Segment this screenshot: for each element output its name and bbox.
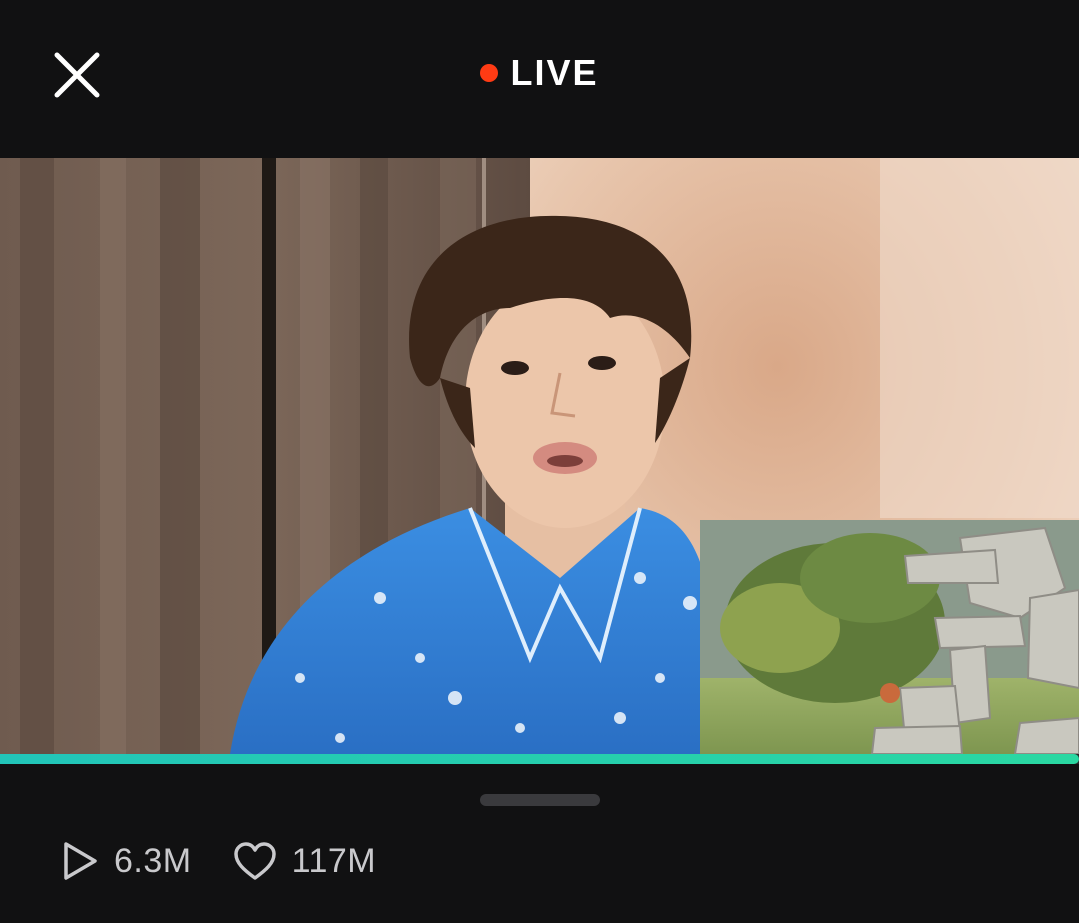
play-icon bbox=[60, 839, 100, 883]
live-indicator: LIVE bbox=[0, 52, 1079, 94]
progress-bar[interactable] bbox=[0, 754, 1079, 764]
video-player[interactable] bbox=[0, 158, 1079, 754]
live-dot-icon bbox=[480, 64, 499, 82]
stats-row: 6.3M 117M bbox=[60, 836, 416, 886]
play-count: 6.3M bbox=[60, 839, 192, 883]
drag-handle[interactable] bbox=[480, 794, 600, 806]
heart-icon bbox=[232, 840, 278, 882]
top-bar: LIVE bbox=[0, 0, 1079, 158]
like-count: 117M bbox=[232, 840, 377, 882]
video-frame bbox=[0, 158, 1079, 754]
live-player-screen: LIVE 6.3M 117M bbox=[0, 0, 1079, 923]
like-count-value: 117M bbox=[291, 841, 377, 880]
play-count-value: 6.3M bbox=[114, 841, 192, 880]
progress-fill bbox=[0, 754, 1079, 764]
live-label: LIVE bbox=[510, 52, 599, 93]
